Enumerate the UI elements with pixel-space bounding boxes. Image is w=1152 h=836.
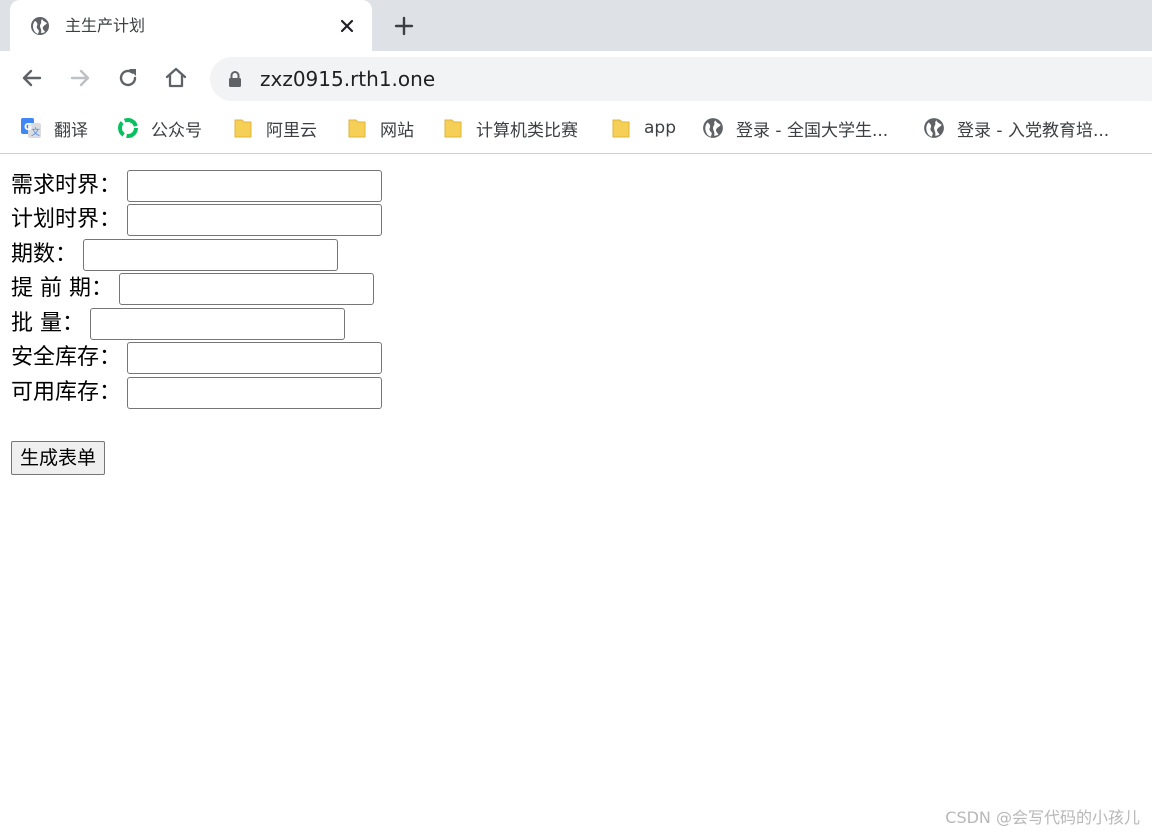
globe-icon [31,17,49,35]
field-label: 可用库存： [11,379,122,405]
tab-title: 主生产计划 [65,16,146,35]
forward-arrow-icon[interactable] [67,65,93,91]
google-translate-icon: G 文 [21,118,41,138]
csdn-watermark: CSDN @会写代码的小孩儿 [945,808,1140,827]
globe-icon [924,118,944,138]
bookmark-label: 登录 - 入党教育培... [957,120,1110,141]
field-label: 提 前 期： [11,275,113,301]
bookmark-label: 网站 [380,120,414,141]
wechat-channel-icon [118,118,138,138]
bookmark-folder-contests[interactable]: 计算机类比赛 [442,115,578,141]
field-label: 期数： [11,241,78,267]
lock-icon[interactable] [228,70,242,88]
browser-toolbar: zxz0915.rth1.one [0,51,1152,105]
home-icon[interactable] [163,65,189,91]
new-tab-icon[interactable] [392,14,416,38]
reload-icon[interactable] [115,65,141,91]
back-arrow-icon[interactable] [19,65,45,91]
planning-time-fence-input[interactable] [127,203,383,236]
folder-icon [234,119,252,138]
bookmark-login-party[interactable]: 登录 - 入党教育培... [923,115,1109,141]
bookmark-label: 翻译 [54,120,88,141]
browser-tab[interactable]: 主生产计划 [10,0,372,51]
bookmark-folder-websites[interactable]: 网站 [346,115,414,141]
safety-stock-input[interactable] [127,341,383,374]
form-row-demand-time-fence: 需求时界： [11,169,383,202]
field-label: 批 量： [11,310,84,336]
folder-icon [612,119,630,138]
folder-icon [444,119,462,138]
form-row-planning-time-fence: 计划时界： [11,203,383,236]
bookmarks-bar: G 文 翻译 公众号 阿里云 网站 计算机类比赛 app 登录 - 全国大学生.… [0,105,1152,154]
address-bar[interactable]: zxz0915.rth1.one [210,57,1152,101]
page-content: 需求时界： 计划时界： 期数： 提 前 期： 批 量： 安全库存： 可用库存： … [0,154,1152,836]
field-label: 计划时界： [11,206,122,232]
tab-strip: 主生产计划 [0,0,1152,51]
bookmark-gongzhonghao[interactable]: 公众号 [117,115,202,141]
form-row-available-stock: 可用库存： [11,376,383,409]
periods-input[interactable] [83,238,339,271]
lot-size-input[interactable] [90,307,345,340]
form-row-lot-size: 批 量： [11,307,345,340]
bookmark-label: 计算机类比赛 [476,120,578,141]
url-text: zxz0915.rth1.one [260,67,436,91]
bookmark-label: 公众号 [151,120,202,141]
close-icon[interactable] [336,15,358,37]
field-label: 需求时界： [11,172,122,198]
bookmark-folder-app[interactable]: app [610,115,676,141]
demand-time-fence-input[interactable] [127,169,383,202]
generate-form-button[interactable]: 生成表单 [11,441,106,475]
bookmark-label: 登录 - 全国大学生... [736,120,889,141]
bookmark-translate[interactable]: G 文 翻译 [20,115,88,141]
bookmark-label: app [644,118,676,138]
lead-time-input[interactable] [119,272,374,305]
form-row-safety-stock: 安全库存： [11,341,383,374]
bookmark-folder-aliyun[interactable]: 阿里云 [232,115,317,141]
svg-text:文: 文 [31,126,40,138]
globe-icon [703,118,723,138]
form-row-lead-time: 提 前 期： [11,272,374,305]
bookmark-label: 阿里云 [266,120,317,141]
bookmark-login-national[interactable]: 登录 - 全国大学生... [702,115,888,141]
available-stock-input[interactable] [127,376,383,409]
field-label: 安全库存： [11,344,122,370]
folder-icon [348,119,366,138]
form-row-periods: 期数： [11,238,339,271]
